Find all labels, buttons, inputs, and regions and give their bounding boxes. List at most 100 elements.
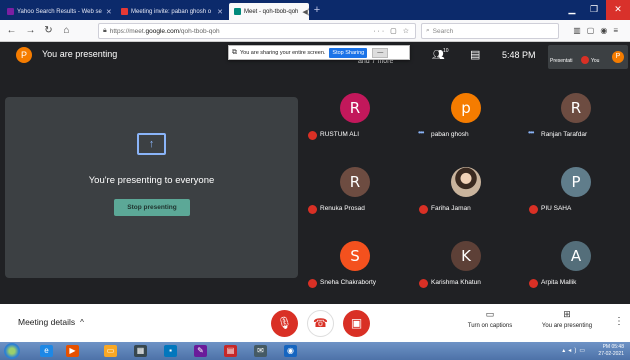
thumbnail-you-label: You	[591, 58, 600, 64]
participant-tile[interactable]: R Renuka Prosad	[303, 160, 409, 222]
participant-name: Fariha Jaman	[431, 205, 471, 212]
url-bar[interactable]: 🔒︎ https://meet. google.com/qoh-tbob-qoh …	[98, 23, 416, 39]
remote-desktop-icon[interactable]: ▪	[164, 345, 177, 357]
search-placeholder: Search	[432, 27, 454, 35]
taskbar-time: PM 05:48	[602, 344, 624, 350]
avatar: P	[612, 51, 624, 63]
meet-icon	[234, 8, 241, 15]
paint-icon[interactable]: ✎	[194, 345, 207, 357]
close-tab-icon[interactable]: ✕	[213, 8, 223, 16]
participant-tile[interactable]: A Arpita Mallik	[524, 234, 630, 296]
captions-label: Turn on captions	[467, 323, 513, 329]
tab-meet[interactable]: Meet - qoh-tbob-qoh ◀)✕	[229, 3, 309, 20]
internet-explorer-icon[interactable]: e	[40, 345, 53, 357]
participant-tile[interactable]: p paban ghosh	[414, 86, 520, 148]
chat-icon[interactable]: ▤	[470, 48, 480, 61]
browser-tab-bar: Yahoo Search Results - Web se ✕ Meeting …	[0, 0, 630, 20]
presenting-message: You're presenting to everyone	[88, 175, 215, 186]
speaker-close-icon[interactable]: ◀)✕	[298, 8, 309, 16]
thumbnail-label: Presentati	[550, 58, 573, 64]
home-icon[interactable]: ⌂	[60, 24, 73, 37]
leave-call-button[interactable]: ☎︎	[307, 310, 334, 337]
share-notice-text: You are sharing your entire screen.	[240, 49, 326, 56]
participant-tile[interactable]: K Karishma Khatun	[414, 234, 520, 296]
yahoo-icon	[7, 8, 14, 15]
participant-tile[interactable]: Fariha Jaman	[414, 160, 520, 222]
present-button[interactable]: ⊞ You are presenting	[537, 309, 597, 329]
presenting-panel: ↑ You're presenting to everyone Stop pre…	[5, 97, 298, 278]
participant-name: RUSTUM ALI	[320, 131, 360, 138]
browser-toolbar-icons[interactable]: ▥▢◉≡	[573, 26, 624, 35]
mic-off-icon	[419, 205, 428, 214]
mic-off-icon	[529, 205, 538, 214]
stop-sharing-button[interactable]: Stop Sharing	[329, 47, 368, 58]
url-prefix: https://meet.	[109, 27, 146, 35]
participant-name: PIU SAHA	[541, 205, 572, 212]
calculator-icon[interactable]: ▦	[134, 345, 147, 357]
url-host: google.com	[145, 27, 180, 35]
screen-share-icon: ⧉	[232, 48, 237, 56]
captions-button[interactable]: ▭ Turn on captions	[460, 309, 520, 329]
url-path: /qoh-tbob-qoh	[179, 27, 220, 35]
mail-icon[interactable]: ✉	[254, 345, 267, 357]
avatar: p	[451, 93, 481, 123]
avatar: A	[561, 241, 591, 271]
participant-name: Renuka Prosad	[320, 205, 365, 212]
avatar: S	[340, 241, 370, 271]
firefox-icon[interactable]: ◉	[284, 345, 297, 357]
mic-off-icon	[529, 279, 538, 288]
maximize-button[interactable]: ❐	[584, 0, 604, 20]
system-tray-icons[interactable]: ▴◂)▭	[562, 347, 588, 354]
camera-toggle-button[interactable]: ▣	[343, 310, 370, 337]
meeting-details-button[interactable]: Meeting details ^	[18, 317, 84, 327]
present-screen-icon: ⊞	[563, 309, 571, 319]
participant-tile[interactable]: R Ranjan Tarafdar	[524, 86, 630, 148]
app-icon[interactable]: ▤	[224, 345, 237, 357]
participant-tile[interactable]: S Sneha Chakraborty	[303, 234, 409, 296]
screen-share-notice: ⧉ You are sharing your entire screen. St…	[228, 45, 410, 60]
meeting-control-bar: Meeting details ^ 🎙︎ ☎︎ ▣ ▭ Turn on capti…	[0, 304, 630, 342]
search-input[interactable]: ⌕ Search	[421, 23, 559, 39]
participant-name: Karishma Khatun	[431, 279, 481, 286]
microphone-toggle-button[interactable]: 🎙︎	[271, 310, 298, 337]
participant-tile[interactable]: R RUSTUM ALI	[303, 86, 409, 148]
tab-meeting-invite[interactable]: Meeting invite: paban ghosh o ✕	[116, 3, 228, 20]
avatar: R	[561, 93, 591, 123]
participant-tile[interactable]: P PIU SAHA	[524, 160, 630, 222]
chevron-up-icon: ^	[80, 318, 84, 327]
avatar: R	[340, 93, 370, 123]
avatar: K	[451, 241, 481, 271]
file-explorer-icon[interactable]: ▭	[104, 345, 117, 357]
minimize-button[interactable]: ▁	[562, 0, 582, 20]
avatar: P	[16, 47, 32, 63]
reload-icon[interactable]: ↻	[42, 24, 55, 37]
close-tab-icon[interactable]: ✕	[102, 8, 112, 16]
page-actions[interactable]: ··· ▢ ☆	[373, 27, 411, 35]
stop-presenting-button[interactable]: Stop presenting	[114, 199, 190, 216]
taskbar-clock[interactable]: PM 05:48 27-02-2021	[598, 344, 624, 358]
present-label: You are presenting	[541, 323, 593, 329]
hang-up-icon: ☎︎	[313, 316, 328, 330]
start-button[interactable]	[4, 343, 20, 359]
lock-icon: 🔒︎	[103, 27, 107, 34]
tab-yahoo-search[interactable]: Yahoo Search Results - Web se ✕	[2, 3, 115, 20]
arrow-up-icon: ↑	[137, 133, 166, 155]
meeting-clock: 5:48 PM	[502, 50, 536, 60]
avatar	[451, 167, 481, 197]
participant-name: Sneha Chakraborty	[320, 279, 377, 286]
participant-name: paban ghosh	[431, 131, 469, 138]
back-icon[interactable]: ←	[5, 24, 18, 37]
tab-title: Meet - qoh-tbob-qoh	[244, 8, 299, 15]
browser-nav-bar: ← → ↻ ⌂ 🔒︎ https://meet. google.com/qoh-t…	[0, 20, 630, 42]
presenting-label: You are presenting	[42, 49, 118, 59]
more-options-icon[interactable]: ⋮	[614, 316, 624, 327]
forward-icon[interactable]: →	[24, 24, 37, 37]
self-view-thumbnail[interactable]: Presentati You P	[548, 45, 628, 69]
close-window-button[interactable]: ✕	[606, 0, 630, 20]
mic-off-icon	[308, 131, 317, 140]
participant-name: Ranjan Tarafdar	[541, 131, 588, 138]
hide-notice-button[interactable]: —	[372, 47, 389, 58]
media-player-icon[interactable]: ▶	[66, 345, 79, 357]
gmail-icon	[121, 8, 128, 15]
new-tab-button[interactable]: +	[310, 4, 324, 17]
